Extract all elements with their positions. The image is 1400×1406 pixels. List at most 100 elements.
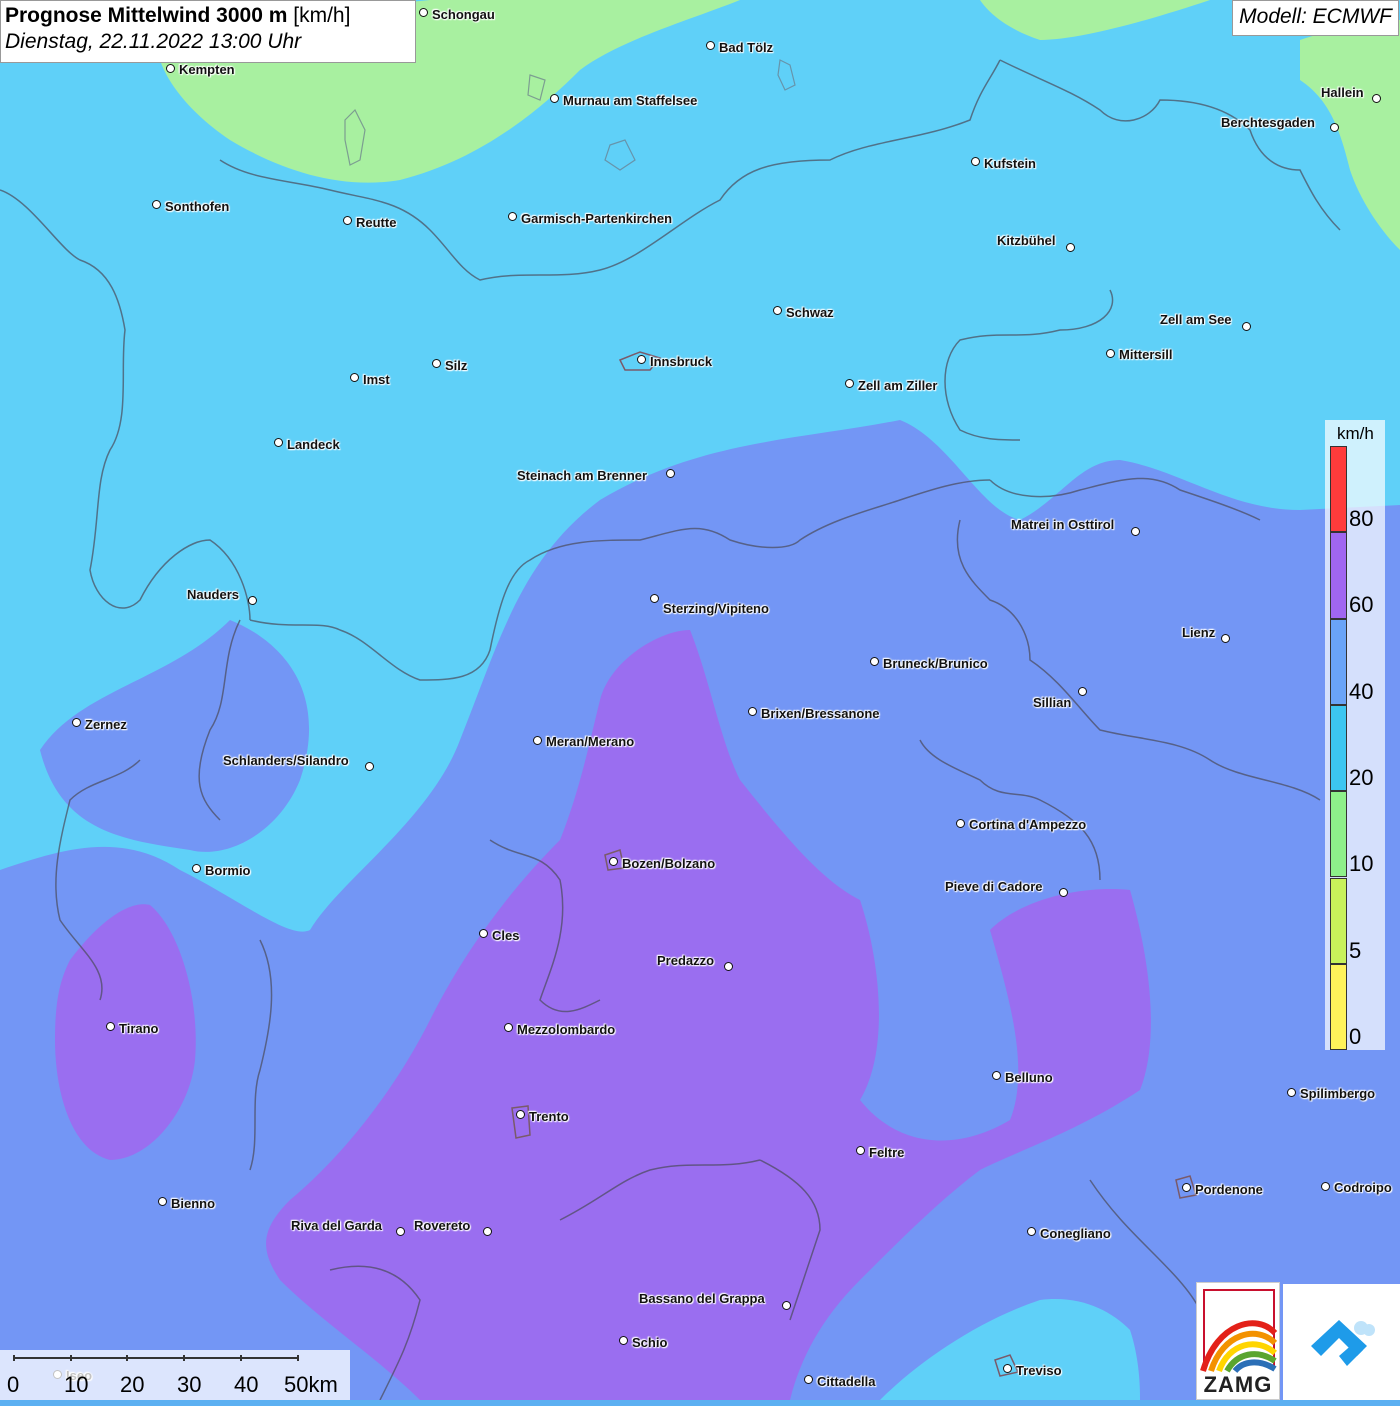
weather-app-logo (1283, 1284, 1400, 1400)
legend-color-segment (1330, 963, 1347, 1051)
city-label: Garmisch-Partenkirchen (521, 211, 673, 226)
scale-label: 30 (177, 1372, 202, 1397)
city-marker (619, 1336, 628, 1345)
city-marker (365, 762, 374, 771)
city-marker (1242, 322, 1251, 331)
zamg-logo-text: ZAMG (1203, 1372, 1273, 1397)
city-marker (1131, 527, 1140, 536)
city-label: Bozen/Bolzano (622, 856, 716, 871)
city-label: Mezzolombardo (517, 1022, 616, 1037)
legend-tick-label: 10 (1349, 851, 1374, 877)
city-marker (609, 857, 618, 866)
city-label: Imst (363, 372, 390, 387)
scale-tick (13, 1355, 15, 1361)
city-label: Schongau (432, 7, 495, 22)
city-label: Kempten (179, 62, 235, 77)
map-title: Prognose Mittelwind 3000 m [km/h] (5, 4, 351, 27)
city-marker (856, 1146, 865, 1155)
city-marker (550, 94, 559, 103)
city-marker (533, 736, 542, 745)
city-label: Cles (492, 928, 520, 943)
legend-color-segment (1330, 618, 1347, 705)
city-marker (637, 355, 646, 364)
scale-label: 20 (120, 1372, 145, 1397)
scale-label: 50km (284, 1372, 338, 1397)
city-marker (1321, 1182, 1330, 1191)
city-label: Bormio (205, 863, 251, 878)
scale-line (14, 1357, 298, 1359)
city-marker (1182, 1183, 1191, 1192)
city-marker (1221, 634, 1230, 643)
city-label: Bassano del Grappa (639, 1291, 765, 1306)
city-label: Lienz (1182, 625, 1216, 640)
city-marker (1372, 94, 1381, 103)
city-label: Spilimbergo (1300, 1086, 1376, 1101)
city-label: Schio (632, 1335, 668, 1350)
city-marker (1078, 687, 1087, 696)
city-label: Sterzing/Vipiteno (663, 601, 769, 616)
city-marker (870, 657, 879, 666)
city-label: Sillian (1033, 695, 1072, 710)
city-label: Steinach am Brenner (517, 468, 648, 483)
city-label: Schlanders/Silandro (223, 753, 349, 768)
legend-tick-label: 60 (1349, 592, 1374, 618)
map-date: Dienstag, 22.11.2022 13:00 Uhr (5, 30, 302, 53)
city-marker (1330, 123, 1339, 132)
city-label: Nauders (187, 587, 240, 602)
city-marker (956, 819, 965, 828)
scale-tick (70, 1355, 72, 1361)
city-marker (508, 212, 517, 221)
city-label: Bad Tölz (719, 40, 774, 55)
scale-tick (240, 1355, 242, 1361)
city-marker (1106, 349, 1115, 358)
scale-label: 40 (234, 1372, 259, 1397)
city-marker (650, 594, 659, 603)
city-label: Riva del Garda (291, 1218, 383, 1233)
legend-tick-label: 20 (1349, 764, 1374, 790)
city-label: Reutte (356, 215, 397, 230)
city-label: Mittersill (1119, 347, 1173, 362)
city-marker (166, 64, 175, 73)
city-label: Landeck (287, 437, 340, 452)
city-label: Bruneck/Brunico (883, 656, 988, 671)
city-marker (1287, 1088, 1296, 1097)
legend-tick-label: 0 (1349, 1023, 1362, 1049)
city-marker (516, 1110, 525, 1119)
city-label: Matrei in Osttirol (1011, 517, 1115, 532)
city-marker (152, 200, 161, 209)
city-marker (483, 1227, 492, 1236)
city-label: Feltre (869, 1145, 905, 1160)
city-label: Meran/Merano (546, 734, 635, 749)
model-label: Modell: ECMWF (1232, 0, 1399, 36)
city-marker (274, 438, 283, 447)
city-marker (158, 1197, 167, 1206)
city-label: Trento (529, 1109, 569, 1124)
city-marker (1059, 888, 1068, 897)
city-marker (1003, 1364, 1012, 1373)
scale-label: 10 (64, 1372, 89, 1397)
legend-color-segment (1330, 704, 1347, 792)
legend-tick-label: 5 (1349, 937, 1362, 963)
city-label: Pordenone (1195, 1182, 1263, 1197)
city-marker (724, 962, 733, 971)
city-marker (504, 1023, 513, 1032)
city-marker (804, 1375, 813, 1384)
city-label: Codroipo (1334, 1180, 1392, 1195)
city-label: Belluno (1005, 1070, 1053, 1085)
city-label: Rovereto (414, 1218, 471, 1233)
legend-tick-label: 40 (1349, 678, 1374, 704)
legend-tick-label: 80 (1349, 506, 1374, 531)
city-marker (1027, 1227, 1036, 1236)
city-label: Zell am Ziller (858, 378, 938, 393)
city-label: Tirano (119, 1021, 159, 1036)
title-box: Prognose Mittelwind 3000 m [km/h] Dienst… (0, 0, 416, 63)
city-label: Innsbruck (650, 354, 713, 369)
city-marker (845, 379, 854, 388)
city-label: Bienno (171, 1196, 216, 1211)
legend-unit: km/h (1337, 424, 1374, 443)
city-marker (248, 596, 257, 605)
city-label: Cortina d'Ampezzo (969, 817, 1087, 832)
city-label: Conegliano (1040, 1226, 1111, 1241)
city-marker (343, 216, 352, 225)
city-marker (350, 373, 359, 382)
